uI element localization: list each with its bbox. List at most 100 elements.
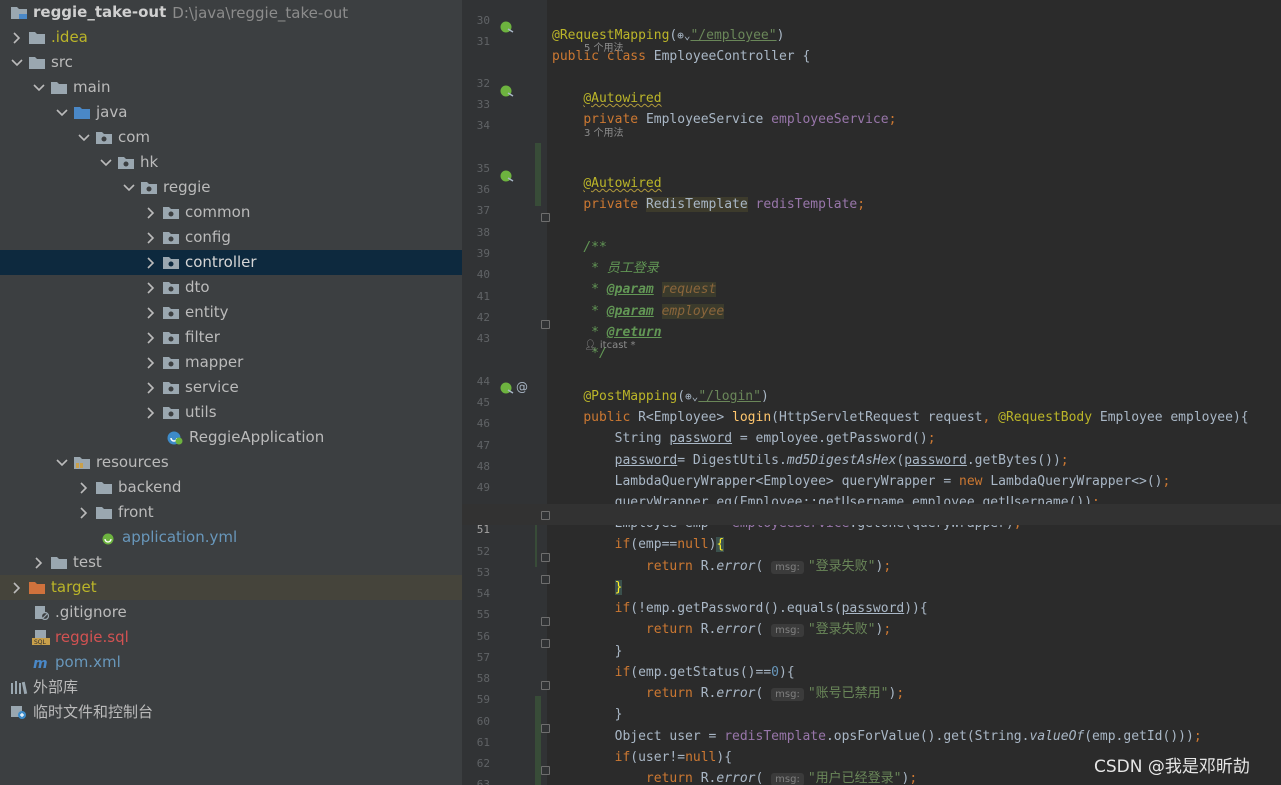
code-line[interactable]: 54 if(!emp.getPassword().equals(password… (462, 568, 1281, 616)
chevron-right-icon[interactable] (144, 256, 158, 270)
code-line[interactable]: 53 } (462, 547, 1281, 595)
chevron-down-icon[interactable] (77, 131, 91, 145)
chevron-right-icon[interactable] (77, 506, 91, 520)
chevron-down-icon[interactable] (10, 56, 24, 70)
chevron-right-icon[interactable] (144, 356, 158, 370)
code-line[interactable]: 39 * 员工登录 (462, 228, 1281, 276)
code-line[interactable]: 59 } (462, 674, 1281, 722)
code-line[interactable]: 43 */ (462, 313, 1281, 361)
tree-item-config[interactable]: config (0, 225, 462, 250)
usage-hint[interactable]: 3 个用法 (584, 126, 624, 142)
chevron-right-icon[interactable] (144, 206, 158, 220)
code-line[interactable]: 30 @RequestMapping(⊕⌄"/employee") (462, 0, 1281, 43)
code-line[interactable]: 46 String password = employee.getPasswor… (462, 398, 1281, 446)
code-line[interactable]: 45 public R<Employee> login(HttpServletR… (462, 377, 1281, 425)
tree-item-main[interactable]: main (0, 75, 462, 100)
chevron-right-icon[interactable] (144, 306, 158, 320)
tree-item-common[interactable]: common (0, 200, 462, 225)
chevron-right-icon[interactable] (144, 381, 158, 395)
author-hint[interactable]: 👤︎ itcast * (584, 338, 636, 354)
tree-item-controller[interactable]: controller (0, 250, 462, 275)
tree-item-service[interactable]: service (0, 375, 462, 400)
tree-item-idea[interactable]: .idea (0, 25, 462, 50)
code-line[interactable]: 41 * @param employee (462, 271, 1281, 319)
tree-item-reggie-sql[interactable]: SQL reggie.sql (0, 625, 462, 650)
chevron-down-icon[interactable] (55, 106, 69, 120)
spring-bean-gutter-icon[interactable] (500, 19, 514, 33)
tree-item-filter[interactable]: filter (0, 325, 462, 350)
code-line[interactable]: 47 password= DigestUtils.md5DigestAsHex(… (462, 420, 1281, 468)
endpoint-gutter-icon[interactable]: @ (516, 380, 528, 394)
spring-bean-gutter-icon[interactable] (500, 83, 514, 97)
code-line[interactable]: 42 * @return (462, 292, 1281, 340)
code-line[interactable]: 56 } (462, 611, 1281, 659)
tree-item-gitignore[interactable]: .gitignore (0, 600, 462, 625)
code-line[interactable]: 60 Object user = redisTemplate.opsForVal… (462, 696, 1281, 744)
chevron-right-icon[interactable] (144, 281, 158, 295)
chevron-right-icon[interactable] (144, 406, 158, 420)
usage-hint[interactable]: 5 个用法 (584, 41, 624, 57)
code-line[interactable]: 44 @PostMapping(⊕⌄"/login") (462, 356, 1281, 404)
code-line[interactable]: 50 Employee emp = employeeService.getOne… (462, 483, 1281, 531)
code-line[interactable]: 38 /** (462, 207, 1281, 255)
tree-item-mapper[interactable]: mapper (0, 350, 462, 375)
code-line[interactable]: 55 return R.error( msg: "登录失败"); (462, 589, 1281, 637)
tree-item-resources[interactable]: resources (0, 450, 462, 475)
tree-item-hk[interactable]: hk (0, 150, 462, 175)
fold-toggle-icon[interactable] (541, 213, 550, 222)
code-line[interactable]: 49 queryWrapper.eq(Employee::getUsername… (462, 462, 1281, 510)
tree-item-target[interactable]: target (0, 575, 462, 600)
chevron-right-icon[interactable] (32, 556, 46, 570)
tree-item-utils[interactable]: utils (0, 400, 462, 425)
fold-toggle-icon[interactable] (541, 724, 550, 733)
chevron-down-icon[interactable] (55, 456, 69, 470)
chevron-down-icon[interactable] (32, 81, 46, 95)
tree-item-java[interactable]: java (0, 100, 462, 125)
tree-item-entity[interactable]: entity (0, 300, 462, 325)
tree-item-src[interactable]: src (0, 50, 462, 75)
code-line[interactable]: 40 * @param request (462, 249, 1281, 297)
code-line[interactable]: 52 return R.error( msg: "登录失败"); (462, 526, 1281, 574)
code-line[interactable]: 36 private RedisTemplate redisTemplate; (462, 164, 1281, 212)
tree-item-reggie[interactable]: reggie (0, 175, 462, 200)
code-line[interactable]: 57 if(emp.getStatus()==0){ (462, 632, 1281, 680)
code-editor[interactable]: 30 @RequestMapping(⊕⌄"/employee") 31 pub… (462, 0, 1281, 785)
fold-toggle-icon[interactable] (541, 639, 550, 648)
code-line[interactable]: 58 return R.error( msg: "账号已禁用"); (462, 653, 1281, 701)
fold-toggle-icon[interactable] (541, 511, 550, 520)
fold-toggle-icon[interactable] (541, 617, 550, 626)
fold-toggle-icon[interactable] (541, 766, 550, 775)
spring-bean-gutter-icon[interactable] (500, 168, 514, 182)
chevron-down-icon[interactable] (99, 156, 113, 170)
spring-bean-gutter-icon[interactable] (500, 380, 514, 394)
tree-item-front[interactable]: front (0, 500, 462, 525)
tree-item-backend[interactable]: backend (0, 475, 462, 500)
tree-item-dto[interactable]: dto (0, 275, 462, 300)
tree-item-test[interactable]: test (0, 550, 462, 575)
chevron-right-icon[interactable] (77, 481, 91, 495)
chevron-right-icon[interactable] (144, 231, 158, 245)
chevron-down-icon[interactable] (122, 181, 136, 195)
tree-item-reggie-application[interactable]: ReggieApplication (0, 425, 462, 450)
tree-item-scratches[interactable]: 临时文件和控制台 (0, 700, 462, 725)
code-line[interactable]: 31 public class EmployeeController { (462, 16, 1281, 64)
fold-toggle-icon[interactable] (541, 575, 550, 584)
code-line[interactable]: 37 (462, 185, 1281, 217)
tree-item-application-yml[interactable]: application.yml (0, 525, 462, 550)
code-line[interactable]: 48 LambdaQueryWrapper<Employee> queryWra… (462, 441, 1281, 489)
chevron-right-icon[interactable] (10, 31, 24, 45)
fold-toggle-icon[interactable] (541, 320, 550, 329)
tree-item-pom-xml[interactable]: m pom.xml (0, 650, 462, 675)
chevron-right-icon[interactable] (10, 581, 24, 595)
code-line-current[interactable]: 51 if(emp==null){ (462, 504, 1281, 552)
code-line[interactable]: 32 @Autowired (462, 58, 1281, 106)
code-line[interactable]: 34 (462, 100, 1281, 132)
code-line[interactable]: 35 @Autowired (462, 143, 1281, 191)
code-line[interactable]: 33 private EmployeeService employeeServi… (462, 79, 1281, 127)
tree-item-external-libraries[interactable]: 外部库 (0, 675, 462, 700)
chevron-right-icon[interactable] (144, 331, 158, 345)
tree-root[interactable]: reggie_take-out D:\java\reggie_take-out (0, 0, 462, 25)
code-line[interactable]: 61 if(user!=null){ (462, 717, 1281, 765)
fold-toggle-icon[interactable] (541, 553, 550, 562)
fold-toggle-icon[interactable] (541, 681, 550, 690)
